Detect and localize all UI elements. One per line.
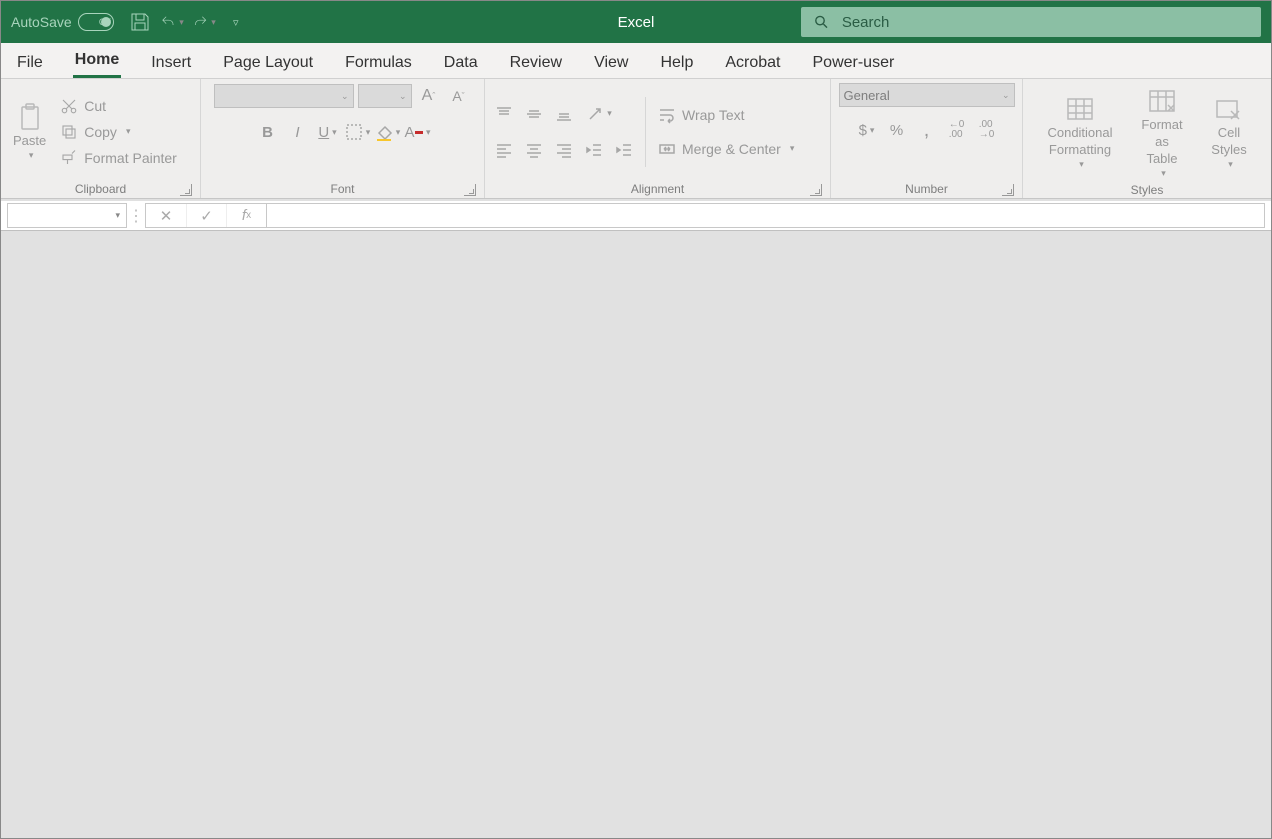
format-painter-button[interactable]: Format Painter <box>56 146 181 170</box>
merge-center-button[interactable]: Merge & Center▾ <box>654 137 798 161</box>
comma-format-icon[interactable]: , <box>914 117 940 143</box>
orientation-icon[interactable]: ▾ <box>581 101 617 127</box>
group-number: General⌄ $▾ % , ←0.00 .00→0 Number <box>831 79 1023 198</box>
formula-input[interactable] <box>267 203 1265 228</box>
cut-button[interactable]: Cut <box>56 94 181 118</box>
bold-icon[interactable]: B <box>255 119 281 145</box>
italic-icon[interactable]: I <box>285 119 311 145</box>
formula-bar-separator: ⋮ <box>127 201 145 230</box>
conditional-formatting-button[interactable]: ConditionalFormatting▾ <box>1037 91 1123 172</box>
quick-access-toolbar: ▾ ▾ ▿ <box>128 10 248 34</box>
group-styles: ConditionalFormatting▾ Format asTable▾ C… <box>1023 79 1271 198</box>
group-font: ⌄ ⌄ Aˆ Aˇ B I U▾ ▾ ▾ A▾ Font <box>201 79 485 198</box>
tab-file[interactable]: File <box>15 48 45 78</box>
font-launcher-icon[interactable] <box>464 184 476 196</box>
tab-power-user[interactable]: Power-user <box>811 48 897 78</box>
tab-acrobat[interactable]: Acrobat <box>723 48 782 78</box>
workspace-empty <box>1 231 1271 838</box>
wrap-text-button[interactable]: Wrap Text <box>654 103 798 127</box>
save-icon[interactable] <box>128 10 152 34</box>
increase-decimal-icon[interactable]: ←0.00 <box>944 117 970 143</box>
borders-icon[interactable]: ▾ <box>345 119 371 145</box>
autosave-control[interactable]: AutoSave Off <box>11 13 114 31</box>
decrease-font-icon[interactable]: Aˇ <box>446 83 472 109</box>
format-as-table-button[interactable]: Format asTable▾ <box>1127 83 1197 181</box>
copy-button[interactable]: Copy▾ <box>56 120 181 144</box>
font-name-combo[interactable]: ⌄ <box>214 84 354 108</box>
fill-color-icon[interactable]: ▾ <box>375 119 401 145</box>
tab-insert[interactable]: Insert <box>149 48 193 78</box>
search-input[interactable] <box>842 14 1249 31</box>
autosave-toggle[interactable]: Off <box>78 13 114 31</box>
group-alignment: ▾ Wrap Text Merge & Center▾ Alignment <box>485 79 831 198</box>
alignment-launcher-icon[interactable] <box>810 184 822 196</box>
group-clipboard: Paste ▾ Cut Copy▾ Format Painter Clipboa… <box>1 79 201 198</box>
redo-icon[interactable]: ▾ <box>192 10 216 34</box>
insert-function-icon[interactable]: fx <box>226 204 266 227</box>
clipboard-launcher-icon[interactable] <box>180 184 192 196</box>
tab-home[interactable]: Home <box>73 45 121 78</box>
font-size-combo[interactable]: ⌄ <box>358 84 412 108</box>
search-box[interactable] <box>801 7 1261 37</box>
app-title: Excel <box>618 14 655 31</box>
cancel-formula-icon[interactable]: ✕ <box>146 204 186 227</box>
ribbon: Paste ▾ Cut Copy▾ Format Painter Clipboa… <box>1 79 1271 199</box>
formula-bar: ▾ ⋮ ✕ ✓ fx <box>1 201 1271 231</box>
autosave-label: AutoSave <box>11 14 72 30</box>
font-color-icon[interactable]: A▾ <box>405 119 431 145</box>
tab-help[interactable]: Help <box>658 48 695 78</box>
align-middle-icon[interactable] <box>521 101 547 127</box>
ribbon-tabs: File Home Insert Page Layout Formulas Da… <box>1 43 1271 79</box>
tab-view[interactable]: View <box>592 48 630 78</box>
align-center-icon[interactable] <box>521 137 547 163</box>
increase-indent-icon[interactable] <box>611 137 637 163</box>
tab-review[interactable]: Review <box>508 48 564 78</box>
cell-styles-button[interactable]: CellStyles▾ <box>1201 91 1257 172</box>
decrease-indent-icon[interactable] <box>581 137 607 163</box>
percent-format-icon[interactable]: % <box>884 117 910 143</box>
tab-formulas[interactable]: Formulas <box>343 48 414 78</box>
accounting-format-icon[interactable]: $▾ <box>854 117 880 143</box>
paste-button[interactable]: Paste ▾ <box>7 99 52 164</box>
align-top-icon[interactable] <box>491 101 517 127</box>
search-icon <box>813 13 830 31</box>
align-bottom-icon[interactable] <box>551 101 577 127</box>
align-right-icon[interactable] <box>551 137 577 163</box>
align-left-icon[interactable] <box>491 137 517 163</box>
customize-qat-icon[interactable]: ▿ <box>224 10 248 34</box>
increase-font-icon[interactable]: Aˆ <box>416 83 442 109</box>
number-format-combo[interactable]: General⌄ <box>839 83 1015 107</box>
tab-page-layout[interactable]: Page Layout <box>221 48 315 78</box>
undo-icon[interactable]: ▾ <box>160 10 184 34</box>
underline-icon[interactable]: U▾ <box>315 119 341 145</box>
tab-data[interactable]: Data <box>442 48 480 78</box>
decrease-decimal-icon[interactable]: .00→0 <box>974 117 1000 143</box>
name-box[interactable]: ▾ <box>7 203 127 228</box>
number-launcher-icon[interactable] <box>1002 184 1014 196</box>
enter-formula-icon[interactable]: ✓ <box>186 204 226 227</box>
title-bar: AutoSave Off ▾ ▾ ▿ Excel <box>1 1 1271 43</box>
